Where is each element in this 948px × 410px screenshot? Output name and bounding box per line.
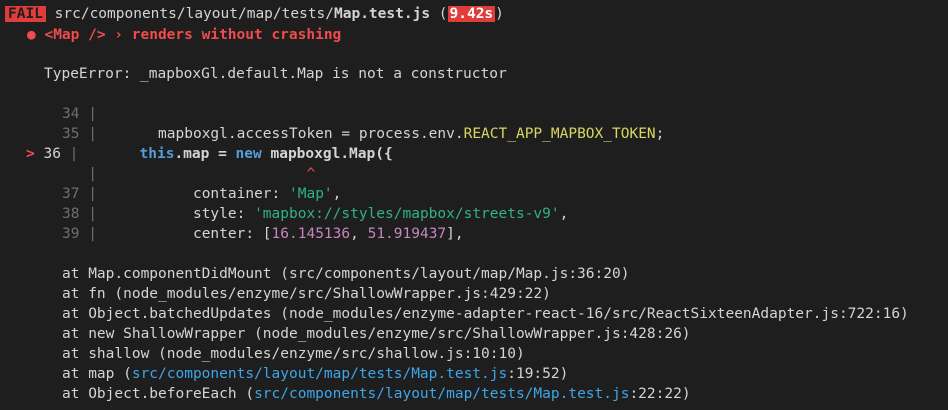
fail-badge: FAIL bbox=[5, 6, 46, 22]
paren-open: ( bbox=[438, 6, 448, 22]
stack-frame: at Object.beforeEach (src/components/lay… bbox=[62, 384, 691, 404]
frame-text: at Object.beforeEach ( bbox=[62, 386, 255, 402]
test-result-header: FAIL src/components/layout/map/tests/Map… bbox=[5, 4, 504, 24]
env-var: REACT_APP_MAPBOX_TOKEN bbox=[463, 126, 656, 142]
line-number: 39 bbox=[62, 226, 80, 242]
frame-text: :22:22) bbox=[629, 386, 691, 402]
gutter-bar: | bbox=[88, 226, 97, 242]
gutter-bar: | bbox=[69, 146, 79, 162]
duration-badge: 9.42s bbox=[447, 6, 496, 22]
code-text: .map = bbox=[174, 146, 236, 162]
line-number: 34 bbox=[62, 106, 80, 122]
number-literal: 16.145136 bbox=[271, 226, 351, 242]
stack-frame: at fn (node_modules/enzyme/src/ShallowWr… bbox=[62, 286, 551, 302]
source-link[interactable]: src/components/layout/map/tests/Map.test… bbox=[132, 366, 507, 382]
error-message: TypeError: _mapboxGl.default.Map is not … bbox=[44, 66, 507, 82]
gutter-bar: | bbox=[88, 126, 97, 142]
source-link[interactable]: src/components/layout/map/tests/Map.test… bbox=[254, 386, 629, 402]
constructor-call: mapboxgl.Map bbox=[270, 146, 376, 162]
code-line: 34 | bbox=[62, 104, 97, 124]
code-line-highlighted: > 36 | this.map = new mapboxgl.Map({ bbox=[26, 144, 393, 164]
code-text: style: bbox=[192, 206, 255, 222]
caret-icon: ^ bbox=[306, 166, 316, 182]
code-line: 38 | style: 'mapbox://styles/mapbox/stre… bbox=[62, 204, 568, 224]
string-literal: 'mapbox://styles/mapbox/streets-v9' bbox=[254, 206, 560, 222]
error-marker-icon: > bbox=[26, 146, 35, 162]
code-line: 39 | center: [16.145136, 51.919437], bbox=[62, 224, 464, 244]
frame-text: at map ( bbox=[62, 366, 132, 382]
code-text: , bbox=[350, 226, 368, 242]
line-number: 38 bbox=[62, 206, 80, 222]
keyword: new bbox=[235, 146, 262, 162]
number-literal: 51.919437 bbox=[367, 226, 447, 242]
line-number: 36 bbox=[43, 146, 61, 162]
line-number: 37 bbox=[62, 186, 80, 202]
bullet-icon: ● bbox=[27, 27, 36, 43]
stack-frame: at new ShallowWrapper (node_modules/enzy… bbox=[62, 326, 691, 342]
code-text: ({ bbox=[375, 146, 393, 162]
code-text: mapboxgl.accessToken = process.env. bbox=[158, 126, 464, 142]
test-file-name: Map.test.js bbox=[334, 6, 431, 22]
code-text: ], bbox=[446, 226, 464, 242]
code-text: ; bbox=[655, 126, 665, 142]
failed-test-title: ● <Map /> › renders without crashing bbox=[27, 25, 341, 45]
code-line: | ^ bbox=[62, 164, 315, 184]
test-file-path: src/components/layout/map/tests/ bbox=[54, 6, 335, 22]
code-text: , bbox=[332, 186, 342, 202]
stack-frame: at map (src/components/layout/map/tests/… bbox=[62, 364, 568, 384]
gutter-bar: | bbox=[88, 206, 97, 222]
stack-frame: at shallow (node_modules/enzyme/src/shal… bbox=[62, 346, 525, 362]
test-name: <Map /> › renders without crashing bbox=[44, 27, 342, 43]
code-text: , bbox=[559, 206, 569, 222]
stack-frame: at Object.batchedUpdates (node_modules/e… bbox=[62, 306, 909, 322]
code-line: 37 | container: 'Map', bbox=[62, 184, 341, 204]
stack-frame: at Map.componentDidMount (src/components… bbox=[62, 266, 630, 282]
code-text: center: [ bbox=[192, 226, 272, 242]
gutter-bar: | bbox=[88, 166, 97, 182]
code-text: container: bbox=[192, 186, 289, 202]
frame-text: :19:52) bbox=[507, 366, 569, 382]
line-number: 35 bbox=[62, 126, 80, 142]
gutter-bar: | bbox=[88, 186, 97, 202]
keyword: this bbox=[139, 146, 175, 162]
paren-close: ) bbox=[495, 6, 504, 22]
code-line: 35 | mapboxgl.accessToken = process.env.… bbox=[62, 124, 664, 144]
string-literal: 'Map' bbox=[289, 186, 333, 202]
gutter-bar: | bbox=[88, 106, 97, 122]
